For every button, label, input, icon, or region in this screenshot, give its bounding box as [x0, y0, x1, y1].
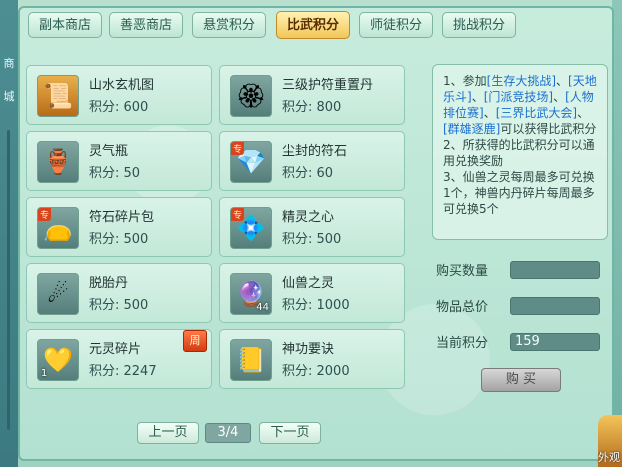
item-glyph: 🏺	[43, 148, 73, 176]
yuanling-shard-icon: 💛 1	[37, 339, 79, 381]
item-price: 积分: 500	[89, 298, 149, 313]
left-scroll-track[interactable]	[7, 130, 10, 430]
item-card[interactable]: 💠 专 精灵之心 积分: 500	[219, 197, 405, 257]
item-price: 积分: 500	[89, 232, 149, 247]
item-card[interactable]: 📒 神功要诀 积分: 2000	[219, 329, 405, 389]
skill-manual-icon: 📒	[230, 339, 272, 381]
appearance-label: 外观	[598, 451, 620, 464]
info-line1-prefix: 1、参加	[443, 74, 487, 88]
page-indicator: 3/4	[205, 423, 251, 443]
exclusive-badge: 专	[38, 208, 52, 221]
spirit-vase-icon: 🏺	[37, 141, 79, 183]
sealed-rune-stone-icon: 💎 专	[230, 141, 272, 183]
weekly-limit-badge: 周	[183, 330, 207, 352]
item-card[interactable]: 💎 专 尘封的符石 积分: 60	[219, 131, 405, 191]
item-name: 符石碎片包	[89, 210, 155, 225]
item-price: 积分: 50	[89, 166, 141, 181]
item-name: 尘封的符石	[282, 144, 348, 159]
link-survival-challenge[interactable]: [生存大挑战]	[487, 74, 556, 88]
appearance-button[interactable]: 外观	[598, 415, 622, 467]
item-glyph: 📒	[236, 346, 266, 374]
item-name: 灵气瓶	[89, 144, 129, 159]
exclusive-badge: 专	[231, 208, 245, 221]
tab-mentor-points[interactable]: 师徒积分	[359, 12, 433, 38]
item-price: 积分: 600	[89, 100, 149, 115]
immortal-beast-spirit-icon: 🔮 44	[230, 273, 272, 315]
quantity-label: 购买数量	[436, 264, 489, 279]
info-line2: 2、所获得的比武积分可以通用兑换奖励	[443, 138, 595, 168]
item-glyph: ☄	[47, 280, 69, 308]
item-price: 积分: 2247	[89, 364, 157, 379]
item-price: 积分: 1000	[282, 298, 350, 313]
item-name: 仙兽之灵	[282, 276, 335, 291]
item-name: 神功要诀	[282, 342, 335, 357]
total-price-field	[510, 297, 600, 315]
item-card[interactable]: 📜 山水玄机图 积分: 600	[26, 65, 212, 125]
tab-dungeon-shop[interactable]: 副本商店	[28, 12, 102, 38]
item-card[interactable]: 🔮 44 仙兽之灵 积分: 1000	[219, 263, 405, 323]
quantity-input[interactable]	[510, 261, 600, 279]
item-name: 精灵之心	[282, 210, 335, 225]
item-card[interactable]: 🏵 三级护符重置丹 积分: 800	[219, 65, 405, 125]
info-line1-suffix: 可以获得比武积分	[500, 122, 597, 136]
rules-info-box: 1、参加[生存大挑战]、[天地乐斗]、[门派竞技场]、[人物排位赛]、[三界比武…	[432, 64, 608, 240]
info-sep: 、	[577, 106, 590, 120]
item-quantity: 1	[41, 368, 48, 379]
next-page-button[interactable]: 下一页	[259, 422, 321, 444]
current-points-label: 当前积分	[436, 336, 489, 351]
left-strip-char: 城	[3, 90, 15, 103]
rune-fragment-bag-icon: 👝 专	[37, 207, 79, 249]
item-price: 积分: 500	[282, 232, 342, 247]
item-quantity: 44	[256, 302, 269, 313]
info-sep: 、	[483, 106, 496, 120]
info-sep: 、	[553, 90, 566, 104]
item-price: 积分: 2000	[282, 364, 350, 379]
left-side-strip: 商 城	[0, 0, 18, 467]
info-sep: 、	[556, 74, 569, 88]
info-sep: 、	[471, 90, 484, 104]
link-sect-arena[interactable]: [门派竞技场]	[484, 90, 553, 104]
total-price-label: 物品总价	[436, 300, 489, 315]
item-glyph: 🏵	[235, 82, 267, 110]
item-price: 积分: 60	[282, 166, 334, 181]
spirit-heart-icon: 💠 专	[230, 207, 272, 249]
rebirth-pill-icon: ☄	[37, 273, 79, 315]
tab-arena-points[interactable]: 比武积分	[276, 11, 350, 39]
link-heroes-contest[interactable]: [群雄逐鹿]	[443, 122, 500, 136]
item-name: 元灵碎片	[89, 342, 142, 357]
item-card[interactable]: ☄ 脱胎丹 积分: 500	[26, 263, 212, 323]
item-glyph: 📜	[43, 82, 73, 110]
scroll-painting-icon: 📜	[37, 75, 79, 117]
item-card[interactable]: 🏺 灵气瓶 积分: 50	[26, 131, 212, 191]
buy-button[interactable]: 购 买	[481, 368, 561, 392]
tab-challenge-points[interactable]: 挑战积分	[442, 12, 516, 38]
item-card[interactable]: 👝 专 符石碎片包 积分: 500	[26, 197, 212, 257]
link-three-realms-tournament[interactable]: [三界比武大会]	[496, 106, 577, 120]
left-strip-char: 商	[3, 57, 15, 70]
info-line3: 3、仙兽之灵每周最多可兑换1个，神兽内丹碎片每周最多可兑换5个	[443, 170, 595, 216]
item-name: 脱胎丹	[89, 276, 129, 291]
item-price: 积分: 800	[282, 100, 342, 115]
tab-karma-shop[interactable]: 善恶商店	[109, 12, 183, 38]
exclusive-badge: 专	[231, 142, 245, 155]
prev-page-button[interactable]: 上一页	[137, 422, 199, 444]
item-name: 三级护符重置丹	[282, 78, 374, 93]
tab-bounty-points[interactable]: 悬赏积分	[192, 12, 266, 38]
current-points-value: 159	[510, 333, 600, 351]
item-name: 山水玄机图	[89, 78, 155, 93]
gold-talisman-pill-icon: 🏵	[230, 75, 272, 117]
